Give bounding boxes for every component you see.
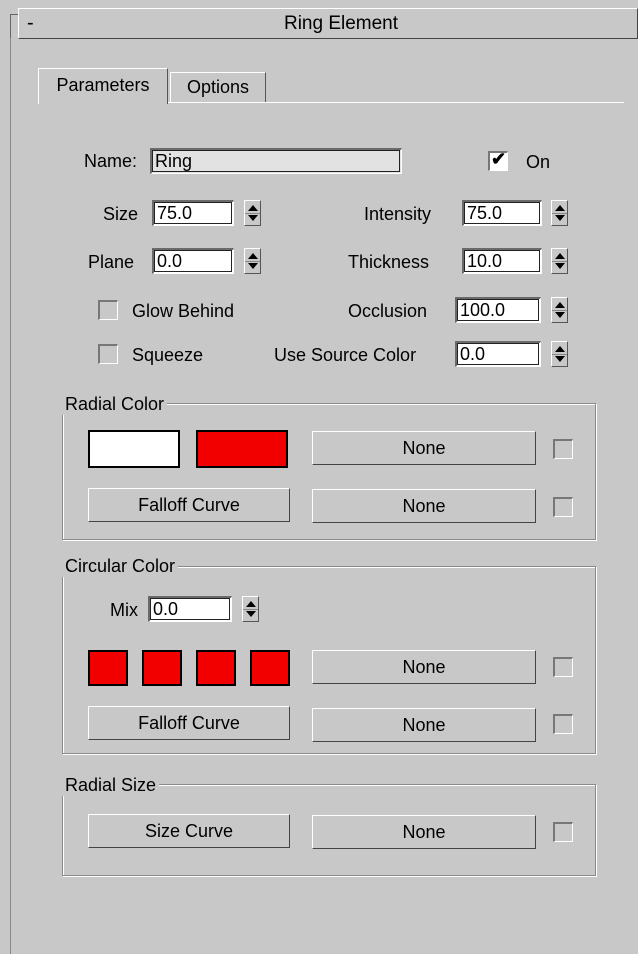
spinner-up-icon[interactable] [555,346,565,352]
spinner-up-icon[interactable] [555,205,565,211]
radial-color-map-button[interactable]: None [312,431,536,465]
thickness-label: Thickness [348,252,430,272]
circular-color-map-checkbox[interactable] [553,657,573,677]
spinner-up-icon[interactable] [248,205,258,211]
occlusion-label: Occlusion [348,301,428,321]
size-field[interactable]: 75.0 [152,200,234,226]
spinner-down-icon[interactable] [555,312,565,318]
spinner-up-icon[interactable] [555,253,565,259]
radial-color-swatch-2[interactable] [196,430,288,468]
tab-parameters[interactable]: Parameters [38,68,168,104]
mix-field[interactable]: 0.0 [148,596,232,622]
glow-behind-checkbox[interactable] [98,300,118,320]
squeeze-checkbox[interactable] [98,344,118,364]
spinner-down-icon[interactable] [555,356,565,362]
intensity-field[interactable]: 75.0 [462,200,542,226]
circular-color-swatch-4[interactable] [250,650,290,686]
circular-falloff-map-checkbox[interactable] [553,714,573,734]
use-source-color-spinner[interactable] [551,341,568,367]
circular-color-swatch-1[interactable] [88,650,128,686]
radial-falloff-map-checkbox[interactable] [553,497,573,517]
checkmark-icon: ✔ [491,149,507,169]
spinner-down-icon[interactable] [248,263,258,269]
circular-color-swatch-2[interactable] [142,650,182,686]
on-label: On [526,152,551,172]
spinner-up-icon[interactable] [248,253,258,259]
radial-falloff-curve-button[interactable]: Falloff Curve [88,488,290,522]
intensity-label: Intensity [364,204,432,224]
intensity-spinner[interactable] [551,200,568,226]
size-spinner[interactable] [244,200,261,226]
radial-size-title: Radial Size [62,774,160,796]
circular-falloff-map-button[interactable]: None [312,708,536,742]
plane-label: Plane [88,252,135,272]
circular-color-swatch-3[interactable] [196,650,236,686]
circular-color-title: Circular Color [62,555,179,577]
spinner-down-icon[interactable] [248,215,258,221]
squeeze-label: Squeeze [132,345,204,365]
plane-field[interactable]: 0.0 [152,248,234,274]
rollout-title: Ring Element [283,13,399,34]
thickness-spinner[interactable] [551,248,568,274]
name-field[interactable]: Ring [150,148,402,174]
circular-falloff-curve-button[interactable]: Falloff Curve [88,706,290,740]
use-source-color-field[interactable]: 0.0 [455,341,541,367]
use-source-color-label: Use Source Color [274,345,417,365]
mix-label: Mix [110,600,138,620]
plane-spinner[interactable] [244,248,261,274]
size-label: Size [103,204,139,224]
mix-spinner[interactable] [242,596,259,622]
radial-color-swatch-1[interactable] [88,430,180,468]
spinner-up-icon[interactable] [246,601,256,607]
spinner-down-icon[interactable] [246,611,256,617]
glow-behind-label: Glow Behind [132,301,235,321]
radial-color-map-checkbox[interactable] [553,439,573,459]
radial-falloff-map-button[interactable]: None [312,489,536,523]
radial-size-map-checkbox[interactable] [553,822,573,842]
spinner-down-icon[interactable] [555,215,565,221]
rollout-header[interactable]: - Ring Element [18,8,638,39]
on-checkbox[interactable]: ✔ [488,149,508,171]
circular-color-map-button[interactable]: None [312,650,536,684]
thickness-field[interactable]: 10.0 [462,248,542,274]
size-curve-button[interactable]: Size Curve [88,814,290,848]
spinner-up-icon[interactable] [555,302,565,308]
radial-color-title: Radial Color [62,393,168,415]
spinner-down-icon[interactable] [555,263,565,269]
tab-options[interactable]: Options [170,72,266,102]
name-label: Name: [84,151,138,171]
occlusion-spinner[interactable] [551,297,568,323]
radial-size-map-button[interactable]: None [312,815,536,849]
occlusion-field[interactable]: 100.0 [455,297,541,323]
